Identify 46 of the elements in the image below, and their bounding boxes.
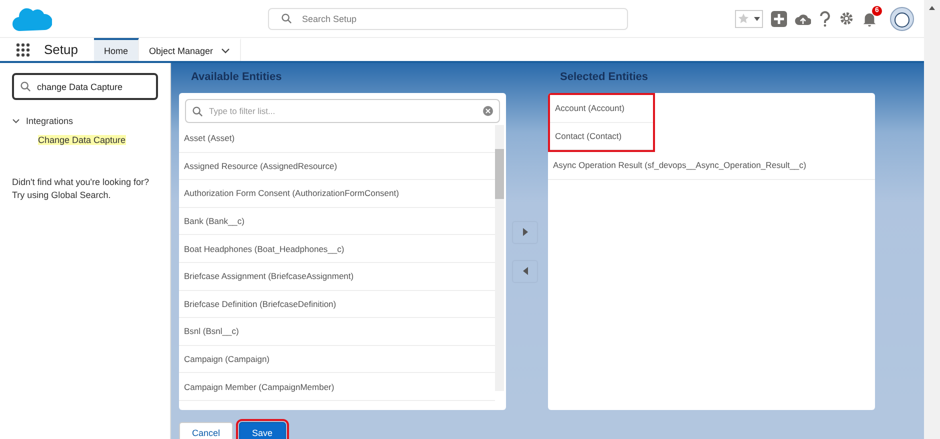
avatar[interactable] <box>890 6 914 30</box>
list-item[interactable]: Briefcase Assignment (BriefcaseAssignment) <box>179 262 495 291</box>
list-item[interactable]: Async Operation Result (sf_devops__Async_Operation_Result__c) <box>548 152 875 180</box>
list-item[interactable]: Authorization Form Consent (AuthorizationFormConsent) <box>179 180 495 208</box>
star-icon <box>738 13 749 24</box>
tree-item[interactable]: Change Data Capture <box>38 135 126 145</box>
list-item[interactable]: Bsnl (Bsnl__c) <box>179 318 495 346</box>
quick-find-field[interactable]: change Data Capture <box>12 73 158 100</box>
list-item[interactable]: Contact (Contact) <box>550 122 653 150</box>
add-button[interactable] <box>512 220 538 244</box>
page-scrollbar[interactable] <box>924 0 940 439</box>
panel-title: Selected Entities <box>560 71 650 85</box>
search-icon <box>192 106 203 116</box>
help-icon[interactable] <box>819 10 831 26</box>
remove-button[interactable] <box>512 260 538 282</box>
clear-icon[interactable] <box>483 106 493 116</box>
panel-title: Available Entities <box>191 71 283 85</box>
add-icon[interactable] <box>771 10 787 26</box>
right-arrow-icon <box>522 228 528 236</box>
action-button[interactable]: Save <box>239 422 286 439</box>
search-icon <box>20 81 31 92</box>
tree-item[interactable]: Integrations <box>26 116 74 126</box>
list-item[interactable]: Account (Account) <box>550 95 653 123</box>
cloud-icon[interactable] <box>795 12 811 26</box>
search-icon <box>281 13 292 24</box>
list-item[interactable]: Asset (Asset) <box>179 125 495 153</box>
scrollbar[interactable] <box>495 125 504 391</box>
list-item[interactable]: Briefcase Definition (BriefcaseDefinition) <box>179 290 495 318</box>
settings-icon[interactable] <box>839 11 854 26</box>
chevron-icon[interactable] <box>12 117 20 125</box>
app-launcher-icon[interactable] <box>16 42 30 56</box>
nav-tab[interactable]: Home <box>94 38 139 61</box>
left-arrow-icon <box>522 267 528 275</box>
bell-icon <box>862 10 877 26</box>
list-item[interactable]: Assigned Resource (AssignedResource) <box>179 152 495 180</box>
hint-text: Didn't find what you're looking for? Try using Global Search. <box>12 176 150 202</box>
list-item[interactable]: Boat Headphones (Boat_Headphones__c) <box>179 235 495 263</box>
scroll-up-icon[interactable] <box>929 6 935 10</box>
list-item[interactable]: Campaign Member (CampaignMember) <box>179 373 495 401</box>
favorites-button[interactable] <box>735 10 763 28</box>
caret-icon <box>754 16 760 20</box>
list-item[interactable]: Bank (Bank__c) <box>179 208 495 236</box>
list-item[interactable]: Campaign (Campaign) <box>179 346 495 374</box>
search-field[interactable]: Search Setup <box>268 8 628 30</box>
action-button[interactable]: Cancel <box>179 422 234 439</box>
app-name: Setup <box>44 42 78 57</box>
